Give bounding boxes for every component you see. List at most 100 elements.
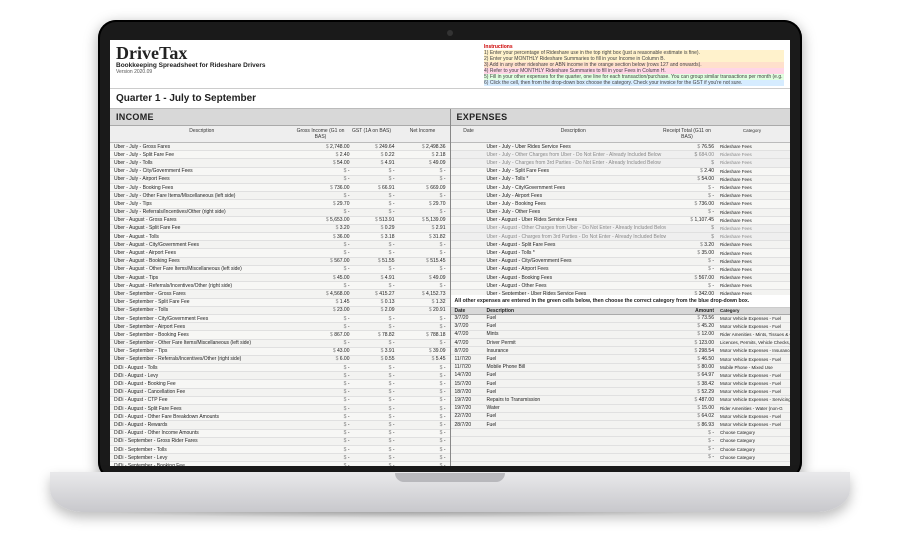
cell-amount[interactable]: 736.00	[666, 201, 717, 207]
income-row[interactable]: Uber - July - Other Fare Items/Miscellan…	[110, 192, 450, 200]
cell-gst[interactable]: -	[353, 201, 398, 207]
cell-date[interactable]: 3/7/20	[451, 323, 485, 329]
cell-description[interactable]: Uber - July - Charges from 3rd Parties -…	[485, 160, 667, 166]
cell-description[interactable]: Uber - September - Tolls	[110, 307, 302, 313]
cell-amount[interactable]: 64.02	[666, 413, 717, 419]
cell-description[interactable]: Uber - September - Airport Fees	[110, 324, 302, 330]
cell-gross[interactable]: -	[302, 193, 353, 199]
income-row[interactable]: Uber - July - Gross Fares2,748.00249.642…	[110, 143, 450, 151]
cell-gross[interactable]: 4,568.00	[302, 291, 353, 297]
cell-net[interactable]: -	[398, 463, 450, 466]
cell-description[interactable]: DiDi - August - Tolls	[110, 365, 302, 371]
cell-description[interactable]: Uber - August - Split Fare Fee	[110, 225, 302, 231]
cell-gross[interactable]: -	[302, 414, 353, 420]
cell-gross[interactable]: 29.70	[302, 201, 353, 207]
cell-description[interactable]: Uber - August - Charges from 3rd Parties…	[485, 234, 667, 240]
cell-category-dropdown[interactable]: Motor Vehicle Expenses - Fuel	[717, 357, 790, 362]
cell-category[interactable]: Rideshare Fees	[717, 144, 790, 149]
cell-amount[interactable]: 684.00	[666, 152, 717, 158]
cell-category[interactable]: Rideshare Fees	[717, 226, 790, 231]
cell-amount[interactable]: -	[666, 185, 717, 191]
other-expense-row[interactable]: 3/7/20Fuel45.20Motor Vehicle Expenses - …	[451, 323, 791, 331]
cell-net[interactable]: 5.45	[398, 356, 450, 362]
cell-amount[interactable]: 12.00	[666, 331, 717, 337]
cell-gst[interactable]: 0.13	[353, 299, 398, 305]
cell-date[interactable]: 11/7/20	[451, 364, 485, 370]
cell-net[interactable]: 49.09	[398, 160, 450, 166]
cell-net[interactable]: 669.09	[398, 185, 450, 191]
expense-row[interactable]: Uber - July - Uber Rides Service Fees76.…	[451, 143, 791, 151]
cell-description[interactable]: Uber - July - Airport Fees	[110, 176, 302, 182]
cell-description[interactable]: Uber - July - Booking Fees	[485, 201, 667, 207]
cell-category-dropdown[interactable]: Rider Amenities - Water (non-G	[717, 406, 790, 411]
cell-gross[interactable]: -	[302, 447, 353, 453]
expense-row[interactable]: Uber - July - Booking Fees736.00Rideshar…	[451, 200, 791, 208]
cell-gross[interactable]: 567.00	[302, 258, 353, 264]
cell-amount[interactable]: -	[666, 446, 717, 452]
cell-gross[interactable]: 36.00	[302, 234, 353, 240]
cell-category-dropdown[interactable]: Choose Category	[717, 438, 790, 443]
cell-gross[interactable]: -	[302, 422, 353, 428]
cell-date[interactable]: 11/7/20	[451, 356, 485, 362]
cell-description[interactable]: Uber - July - Airport Fees	[485, 193, 667, 199]
cell-date[interactable]: 19/7/20	[451, 397, 485, 403]
other-expense-row[interactable]: -Choose Category	[451, 437, 791, 445]
cell-description[interactable]: Uber - August - Tips	[110, 275, 302, 281]
cell-gst[interactable]: -	[353, 414, 398, 420]
cell-description[interactable]: Uber - July - Uber Rides Service Fees	[485, 144, 667, 150]
cell-net[interactable]: -	[398, 250, 450, 256]
cell-description[interactable]: Uber - August - Tolls	[110, 234, 302, 240]
income-row[interactable]: DiDi - August - Tolls---	[110, 364, 450, 372]
cell-gst[interactable]: 513.91	[353, 217, 398, 223]
other-expense-row[interactable]: 11/7/20Mobile Phone Bill80.00Mobile Phon…	[451, 364, 791, 372]
cell-amount[interactable]: 46.50	[666, 356, 717, 362]
cell-description[interactable]: Uber - September - City/Government Fees	[110, 316, 302, 322]
cell-description[interactable]: Uber - July - Other Fees	[485, 209, 667, 215]
expense-row[interactable]: Uber - July - Split Fare Fees2.40Ridesha…	[451, 168, 791, 176]
cell-description[interactable]: DiDi - August - Cancellation Fee	[110, 389, 302, 395]
cell-gst[interactable]: -	[353, 250, 398, 256]
cell-category[interactable]: Rideshare Fees	[717, 177, 790, 182]
other-expense-row[interactable]: 14/7/20Fuel64.97Motor Vehicle Expenses -…	[451, 372, 791, 380]
expense-row[interactable]: Uber - July - City/Government Fees-Rides…	[451, 184, 791, 192]
cell-category[interactable]: Rideshare Fees	[717, 201, 790, 206]
cell-category-dropdown[interactable]: Motor Vehicle Expenses - Fuel	[717, 381, 790, 386]
cell-description[interactable]: Uber - July - Referrals/Incentives/Other…	[110, 209, 302, 215]
cell-net[interactable]: 31.82	[398, 234, 450, 240]
cell-date[interactable]: 19/7/20	[451, 405, 485, 411]
income-row[interactable]: Uber - August - Booking Fees567.0051.555…	[110, 258, 450, 266]
cell-date[interactable]: 15/7/20	[451, 381, 485, 387]
income-row[interactable]: Uber - September - Tolls23.002.0920.91	[110, 307, 450, 315]
cell-category[interactable]: Rideshare Fees	[717, 242, 790, 247]
cell-gross[interactable]: -	[302, 283, 353, 289]
cell-description[interactable]: Uber - August - Split Fare Fees	[485, 242, 667, 248]
expense-row[interactable]: Uber - July - Airport Fees-Rideshare Fee…	[451, 192, 791, 200]
cell-category[interactable]: Rideshare Fees	[717, 152, 790, 157]
cell-description[interactable]: Uber - August - Airport Fees	[485, 266, 667, 272]
other-expense-row[interactable]: 19/7/20Repairs to Transmission487.00Moto…	[451, 396, 791, 404]
other-expense-row[interactable]: 28/7/20Fuel86.93Motor Vehicle Expenses -…	[451, 421, 791, 429]
other-expense-row[interactable]: 19/7/20Water15.00Rider Amenities - Water…	[451, 405, 791, 413]
cell-gross[interactable]: -	[302, 455, 353, 461]
cell-description[interactable]: Uber - July - Tips	[110, 201, 302, 207]
cell-gst[interactable]: 415.27	[353, 291, 398, 297]
expense-row[interactable]: Uber - August - Split Fare Fees3.20Rides…	[451, 241, 791, 249]
expense-row[interactable]: Uber - August - Booking Fees567.00Ridesh…	[451, 274, 791, 282]
cell-gross[interactable]: 867.00	[302, 332, 353, 338]
cell-description[interactable]: Fuel	[485, 381, 667, 387]
income-row[interactable]: DiDi - September - Tolls---	[110, 446, 450, 454]
income-row[interactable]: DiDi - September - Gross Rider Fares---	[110, 438, 450, 446]
cell-gst[interactable]: 78.82	[353, 332, 398, 338]
cell-gross[interactable]: -	[302, 168, 353, 174]
cell-amount[interactable]: 64.97	[666, 372, 717, 378]
cell-gst[interactable]: 51.55	[353, 258, 398, 264]
cell-category[interactable]: Rideshare Fees	[717, 210, 790, 215]
cell-description[interactable]: Uber - July - City/Government Fees	[110, 168, 302, 174]
income-row[interactable]: DiDi - August - Other Fare Breakdown Amo…	[110, 413, 450, 421]
cell-gst[interactable]: 3.18	[353, 234, 398, 240]
cell-gst[interactable]: -	[353, 316, 398, 322]
cell-amount[interactable]: -	[666, 258, 717, 264]
cell-amount[interactable]: 73.56	[666, 315, 717, 321]
income-row[interactable]: DiDi - August - CTP Fee---	[110, 397, 450, 405]
cell-description[interactable]: DiDi - August - Split Fare Fees	[110, 406, 302, 412]
